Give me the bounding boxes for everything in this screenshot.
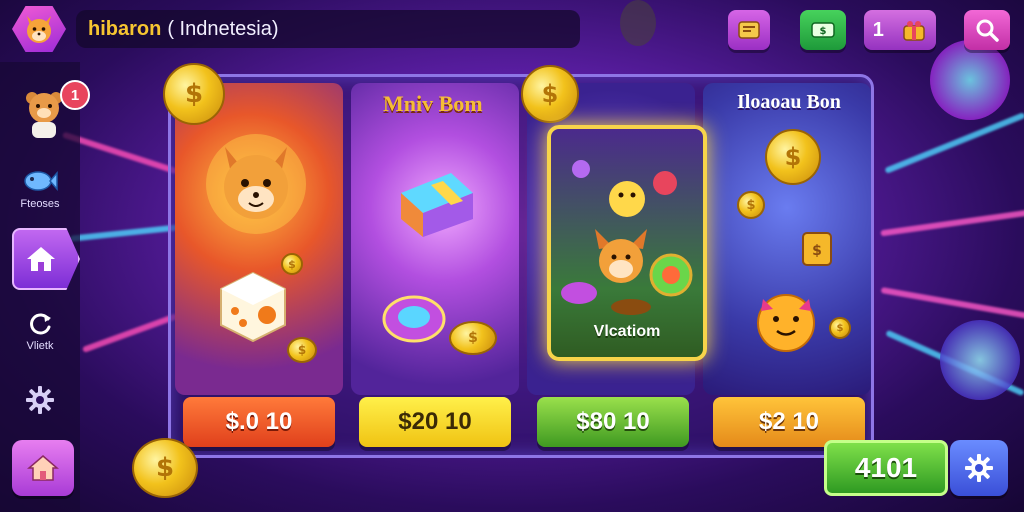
coin-icon <box>132 438 198 498</box>
coin-icon <box>287 337 317 363</box>
chip-icon <box>382 295 446 343</box>
app-title: hibaron ( Indnetesia) <box>76 10 580 48</box>
app-logo <box>12 6 66 52</box>
coin-icon <box>163 63 225 125</box>
cash-icon: $ <box>811 22 835 38</box>
ticket-icon: $ <box>802 232 832 266</box>
featured-offer-card[interactable]: Vlcatiom <box>547 125 707 361</box>
orange-creature-icon <box>757 294 815 352</box>
coin-icon <box>765 129 821 185</box>
coin-icon <box>829 317 851 339</box>
fox-logo-icon <box>27 16 51 43</box>
sidebar-item-settings[interactable] <box>8 384 72 416</box>
search-button[interactable] <box>964 10 1010 50</box>
price-button-1[interactable]: $.0 10 <box>183 397 335 447</box>
offer-heading-2: Iloaoau Bon <box>737 91 841 113</box>
sidebar-item-fteoses[interactable]: Fteoses <box>8 166 72 210</box>
brand-name: hibaron <box>88 17 162 40</box>
coin-icon <box>281 253 303 275</box>
offer-heading-1: Mniv Bom <box>383 91 483 116</box>
svg-text:$: $ <box>812 243 822 259</box>
cash-button[interactable]: $ <box>800 10 846 50</box>
search-icon <box>976 19 999 42</box>
wallet-button[interactable] <box>728 10 770 50</box>
price-button-2[interactable]: $20 10 <box>359 397 511 447</box>
gear-icon <box>26 386 54 414</box>
settings-button[interactable] <box>950 440 1008 496</box>
home-icon <box>27 247 55 271</box>
score-counter: 4101 <box>824 440 948 496</box>
top-bar: hibaron ( Indnetesia) $ 1 <box>0 0 1024 60</box>
home-icon <box>27 455 59 481</box>
notification-badge: 1 <box>60 80 90 110</box>
shop-panel: Mniv Bom Iloaoau Bon $ $ $ $ $ $ $ $ $ V… <box>163 63 874 458</box>
coin-icon <box>521 65 579 123</box>
fox-character-icon <box>206 134 306 234</box>
gift-icon <box>903 21 926 41</box>
coin-icon <box>449 321 497 355</box>
fish-icon <box>24 171 58 191</box>
wallet-icon <box>738 21 760 39</box>
region-name: ( Indnetesia) <box>167 17 279 40</box>
sidebar-item-home[interactable] <box>12 228 80 290</box>
home-button-bottom[interactable] <box>12 440 74 496</box>
svg-text:$: $ <box>820 26 827 37</box>
refresh-icon <box>30 313 51 335</box>
mystery-box-icon <box>401 173 473 237</box>
gift-button[interactable]: 1 <box>864 10 936 50</box>
price-button-3[interactable]: $80 10 <box>537 397 689 447</box>
featured-offer-label: Vlcatiom <box>593 323 661 340</box>
dice-icon <box>220 271 286 343</box>
gear-icon <box>965 454 993 482</box>
sidebar-item-label: Fteoses <box>20 198 60 210</box>
sidebar-item-vlietk[interactable]: Vlietk <box>8 310 72 352</box>
gift-count: 1 <box>872 18 884 41</box>
sidebar-item-label: Vlietk <box>26 340 54 352</box>
coin-icon <box>737 191 765 219</box>
